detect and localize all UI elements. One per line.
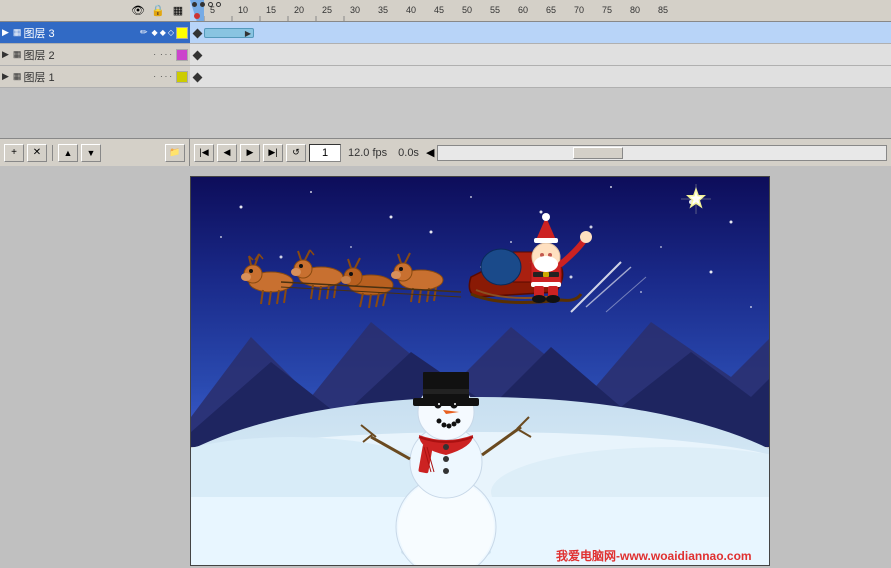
svg-text:60: 60 bbox=[518, 5, 528, 15]
layer-visibility-icon-1: ▶ bbox=[2, 71, 9, 82]
go-start-button[interactable]: |◀ bbox=[194, 144, 214, 162]
frame-indicator-hollow bbox=[208, 2, 213, 7]
tween-bar: ▶ bbox=[204, 28, 254, 38]
dot2-icon-3: ◆ bbox=[160, 28, 166, 37]
lock-icon[interactable]: 🔒 bbox=[150, 3, 166, 19]
layer-name-3: 图层 3 bbox=[23, 25, 138, 41]
keyframe-diamond-3 bbox=[192, 72, 202, 82]
svg-text:70: 70 bbox=[574, 5, 584, 15]
add-layer-button[interactable]: + bbox=[4, 144, 24, 162]
stage-area: 我爱电脑网-www.woaidiannao.com bbox=[0, 166, 891, 568]
layer-row-1[interactable]: ▶ ▦ 图层 1 · · · · bbox=[0, 66, 190, 88]
christmas-scene-svg: 我爱电脑网-www.woaidiannao.com bbox=[191, 177, 770, 566]
keyframe-1 bbox=[190, 22, 204, 44]
svg-text:55: 55 bbox=[490, 5, 500, 15]
layer-page-icon-3: ▦ bbox=[13, 27, 22, 38]
scroll-left-button[interactable]: ◀ bbox=[426, 146, 434, 159]
layer-color-3 bbox=[176, 27, 188, 39]
layer-page-icon-1: ▦ bbox=[13, 71, 22, 82]
svg-text:80: 80 bbox=[630, 5, 640, 15]
frame-indicator-hollow bbox=[216, 2, 221, 7]
play-back-button[interactable]: ◀ bbox=[217, 144, 237, 162]
track-row-3[interactable]: ▶ bbox=[190, 22, 891, 44]
layer-page-icon-2: ▦ bbox=[13, 49, 22, 60]
track-row-1[interactable] bbox=[190, 66, 891, 88]
timeline-controls: |◀ ◀ ▶ ▶| ↺ 12.0 fps 0.0s ◀ bbox=[190, 138, 891, 166]
dot2-icon-1: · bbox=[160, 72, 163, 81]
keyframe-diamond bbox=[192, 28, 202, 38]
svg-text:85: 85 bbox=[658, 5, 668, 15]
delete-layer-button[interactable]: ✕ bbox=[27, 144, 47, 162]
layer-name-2: 图层 2 bbox=[23, 47, 151, 63]
svg-text:45: 45 bbox=[434, 5, 444, 15]
svg-text:75: 75 bbox=[602, 5, 612, 15]
svg-text:65: 65 bbox=[546, 5, 556, 15]
move-up-button[interactable]: ▲ bbox=[58, 144, 78, 162]
dot3-icon-1: · bbox=[165, 72, 168, 81]
canvas-wrapper[interactable]: 我爱电脑网-www.woaidiannao.com bbox=[190, 176, 770, 566]
eye-icon[interactable]: 👁 bbox=[130, 3, 146, 19]
separator bbox=[52, 145, 53, 161]
left-gutter bbox=[0, 166, 190, 568]
go-end-button[interactable]: ▶| bbox=[263, 144, 283, 162]
dot3-icon-2: · bbox=[165, 50, 168, 59]
dot-icon-2: · bbox=[153, 50, 156, 59]
scrollbar-thumb[interactable] bbox=[573, 147, 623, 159]
svg-text:35: 35 bbox=[378, 5, 388, 15]
frame-number-input[interactable] bbox=[309, 144, 341, 162]
keyframe-3 bbox=[190, 66, 204, 88]
ruler-svg: 5 10 15 20 25 30 35 40 45 50 55 60 65 70… bbox=[190, 0, 891, 21]
fps-display: 12.0 fps bbox=[344, 147, 391, 159]
layer-row-2[interactable]: ▶ ▦ 图层 2 · · · · bbox=[0, 44, 190, 66]
layer-name-1: 图层 1 bbox=[23, 69, 151, 85]
layer-visibility-icon-3: ▶ bbox=[2, 27, 9, 38]
frame-indicators bbox=[192, 2, 221, 7]
svg-text:20: 20 bbox=[294, 5, 304, 15]
svg-text:30: 30 bbox=[350, 5, 360, 15]
folder-button[interactable]: 📁 bbox=[165, 144, 185, 162]
layer-color-1 bbox=[176, 71, 188, 83]
layer-color-2 bbox=[176, 49, 188, 61]
layer-row-3[interactable]: ▶ ▦ 图层 3 ✏ ◆ ◆ ◇ bbox=[0, 22, 190, 44]
loop-button[interactable]: ↺ bbox=[286, 144, 306, 162]
layer-visibility-icon-2: ▶ bbox=[2, 49, 9, 60]
layer-toolbar: + ✕ ▲ ▼ 📁 bbox=[0, 138, 190, 166]
frame-indicator-dot bbox=[200, 2, 205, 7]
dot-icon-3: ◆ bbox=[152, 28, 158, 37]
svg-text:50: 50 bbox=[462, 5, 472, 15]
dot-icon-1: · bbox=[153, 72, 156, 81]
svg-text:15: 15 bbox=[266, 5, 276, 15]
keyframe-diamond-2 bbox=[192, 50, 202, 60]
svg-text:10: 10 bbox=[238, 5, 248, 15]
dot4-icon-2: · bbox=[169, 50, 172, 59]
keyframe-2 bbox=[190, 44, 204, 66]
ruler: 5 10 15 20 25 30 35 40 45 50 55 60 65 70… bbox=[190, 0, 891, 22]
pencil-icon-3: ✏ bbox=[140, 27, 148, 38]
frame-icon[interactable]: ▦ bbox=[170, 3, 186, 19]
play-button[interactable]: ▶ bbox=[240, 144, 260, 162]
tracks-empty bbox=[190, 88, 891, 138]
layer-panel-header: 👁 🔒 ▦ bbox=[0, 0, 190, 22]
timeline-scrollbar[interactable] bbox=[437, 145, 887, 161]
dot2-icon-2: · bbox=[160, 50, 163, 59]
svg-text:我爱电脑网-www.woaidiannao.com: 我爱电脑网-www.woaidiannao.com bbox=[556, 548, 752, 563]
track-row-2[interactable] bbox=[190, 44, 891, 66]
canvas-container: 我爱电脑网-www.woaidiannao.com bbox=[190, 166, 891, 568]
layers-empty bbox=[0, 88, 190, 138]
dot3-icon-3: ◇ bbox=[168, 28, 174, 37]
move-down-button[interactable]: ▼ bbox=[81, 144, 101, 162]
frame-indicator-dot bbox=[192, 2, 197, 7]
svg-text:40: 40 bbox=[406, 5, 416, 15]
time-display: 0.0s bbox=[394, 147, 423, 159]
svg-text:25: 25 bbox=[322, 5, 332, 15]
tween-arrow: ▶ bbox=[245, 29, 251, 38]
dot4-icon-1: · bbox=[169, 72, 172, 81]
